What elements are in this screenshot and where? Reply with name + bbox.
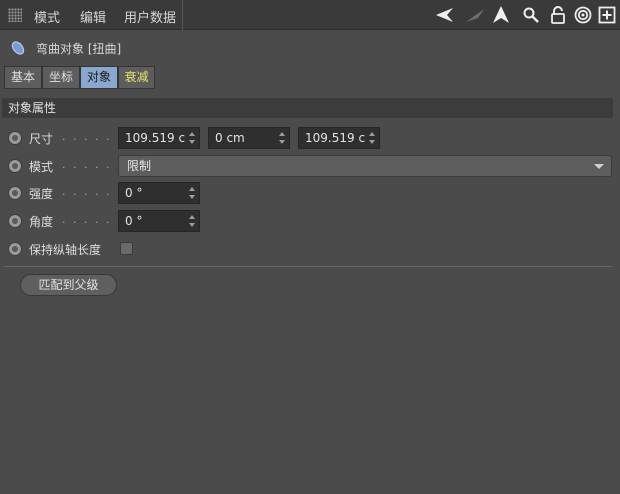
tab-coordinates[interactable]: 坐标 (42, 66, 80, 89)
row-mode: 模式 . . . . . . . 限制 (8, 155, 613, 177)
chevron-down-icon (594, 164, 604, 169)
section-object-properties: 对象属性 (2, 98, 613, 118)
back-arrow-icon[interactable] (436, 6, 454, 24)
grip-icon[interactable] (8, 8, 22, 22)
add-icon[interactable] (598, 6, 616, 24)
spinner-arrows-icon[interactable] (279, 132, 286, 144)
size-x-value: 109.519 c (125, 131, 186, 145)
mode-value: 限制 (127, 159, 152, 173)
bend-deformer-icon (11, 41, 25, 55)
angle-field[interactable]: 0 ° (118, 210, 200, 232)
label-angle: 角度 (29, 215, 54, 229)
row-angle: 角度 . . . . . . . 0 ° (8, 210, 613, 232)
object-title: 弯曲对象 [扭曲] (36, 42, 122, 56)
target-icon[interactable] (574, 6, 592, 24)
forward-arrow-icon[interactable] (464, 6, 486, 24)
row-strength: 强度 . . . . . . . 0 ° (8, 182, 613, 204)
animation-radio-icon[interactable] (8, 214, 22, 228)
menu-bar: 模式 编辑 用户数据 (0, 0, 620, 30)
strength-field[interactable]: 0 ° (118, 182, 200, 204)
size-y-value: 0 cm (215, 131, 245, 145)
label-size: 尺寸 (29, 132, 54, 146)
animation-radio-icon[interactable] (8, 131, 22, 145)
strength-value: 0 ° (125, 186, 143, 200)
angle-value: 0 ° (125, 214, 143, 228)
size-z-value: 109.519 c (305, 131, 366, 145)
divider (4, 266, 612, 267)
row-keep-length: 保持纵轴长度 (8, 238, 613, 260)
label-mode: 模式 (29, 160, 54, 174)
mode-dropdown[interactable]: 限制 (118, 155, 612, 177)
animation-radio-icon[interactable] (8, 242, 22, 256)
spinner-arrows-icon[interactable] (189, 215, 196, 227)
tab-object[interactable]: 对象 (80, 66, 118, 89)
search-icon[interactable] (522, 6, 540, 24)
row-size: 尺寸 . . . . . . . 109.519 c 0 cm 109.519 … (8, 127, 613, 149)
spinner-arrows-icon[interactable] (189, 132, 196, 144)
size-z-field[interactable]: 109.519 c (298, 127, 380, 149)
match-to-parent-button[interactable]: 匹配到父级 (20, 274, 117, 296)
tab-basic[interactable]: 基本 (4, 66, 42, 89)
tab-falloff[interactable]: 衰减 (118, 66, 155, 89)
animation-radio-icon[interactable] (8, 159, 22, 173)
menu-item-user-data[interactable]: 用户数据 (124, 7, 176, 26)
animation-radio-icon[interactable] (8, 186, 22, 200)
size-x-field[interactable]: 109.519 c (118, 127, 200, 149)
keep-length-checkbox[interactable] (120, 242, 133, 255)
menu-item-mode[interactable]: 模式 (34, 7, 60, 26)
lock-icon[interactable] (549, 6, 567, 24)
spinner-arrows-icon[interactable] (189, 187, 196, 199)
label-keep-length: 保持纵轴长度 (29, 243, 102, 257)
label-strength: 强度 (29, 187, 54, 201)
menu-separator (182, 0, 183, 30)
menu-item-edit[interactable]: 编辑 (80, 7, 106, 26)
attribute-manager-panel: 模式 编辑 用户数据 弯曲对象 [扭曲] 基本 坐标 对象 衰减 对象属性 尺寸… (0, 0, 620, 494)
spinner-arrows-icon[interactable] (369, 132, 376, 144)
up-arrow-icon[interactable] (492, 6, 510, 24)
size-y-field[interactable]: 0 cm (208, 127, 290, 149)
